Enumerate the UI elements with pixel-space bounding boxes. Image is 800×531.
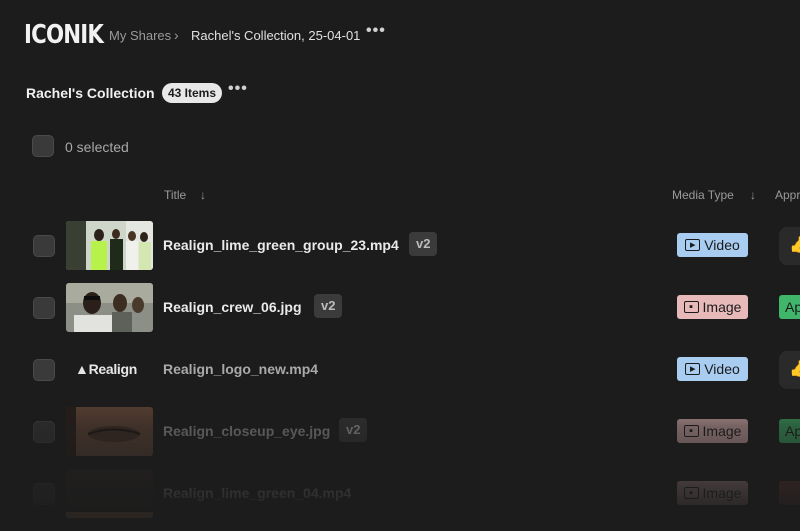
sort-arrow-icon[interactable]: ↓ — [750, 188, 756, 202]
image-icon: ▪ — [683, 425, 699, 437]
media-type-badge: ▪ Image — [677, 419, 748, 443]
thumbnail-image[interactable] — [66, 221, 153, 270]
file-name[interactable]: Realign_logo_new.mp4 — [163, 361, 318, 377]
version-badge[interactable]: v2 — [339, 418, 368, 442]
thumbnail-image[interactable] — [66, 283, 153, 332]
media-type-badge: ▸ Video — [677, 233, 748, 257]
version-badge[interactable]: v2 — [409, 232, 438, 256]
thumbnail-image[interactable] — [66, 469, 153, 518]
breadcrumb-my-shares[interactable]: My Shares — [109, 28, 171, 43]
media-type-label: Video — [704, 361, 740, 377]
table-row[interactable]: Realign_lime_green_group_23.mp4 v2 ▸ Vid… — [0, 221, 800, 283]
media-type-label: Image — [702, 423, 742, 439]
approval-status-badge[interactable] — [779, 481, 800, 505]
image-icon: ▪ — [683, 301, 699, 313]
logo-text: Realign — [88, 361, 138, 377]
play-icon: ▸ — [685, 239, 701, 251]
file-name[interactable]: Realign_lime_green_04.mp4 — [163, 485, 351, 501]
chevron-right-icon: › — [174, 27, 179, 43]
breadcrumb-current: Rachel's Collection, 25-04-01 — [191, 28, 361, 43]
file-name[interactable]: Realign_lime_green_group_23.mp4 — [163, 237, 399, 253]
thumbnail-image[interactable] — [66, 407, 153, 456]
thumbs-up-icon[interactable]: 👍 — [779, 227, 800, 265]
table-row[interactable]: Realign_crew_06.jpg v2 ▪ Image Ap — [0, 283, 800, 345]
iconik-logo[interactable]: ICONIK — [24, 20, 104, 50]
select-all-checkbox[interactable] — [32, 135, 54, 157]
approval-status-badge[interactable]: Ap — [779, 419, 800, 443]
column-header-media-type[interactable]: Media Type — [672, 188, 734, 202]
image-icon: ▪ — [683, 487, 699, 499]
file-name[interactable]: Realign_closeup_eye.jpg — [163, 423, 330, 439]
column-header-approval[interactable]: Appr — [775, 188, 800, 202]
selection-count: 0 selected — [65, 139, 129, 155]
item-count-badge: 43 Items — [162, 83, 223, 103]
row-checkbox[interactable] — [33, 483, 55, 505]
media-type-label: Video — [704, 237, 740, 253]
media-type-badge: ▸ Video — [677, 357, 748, 381]
media-type-label: Image — [702, 485, 742, 501]
collection-title: Rachel's Collection — [26, 85, 155, 101]
row-checkbox[interactable] — [33, 359, 55, 381]
media-type-label: Image — [702, 299, 742, 315]
breadcrumb-more-icon[interactable]: ••• — [366, 22, 386, 40]
file-name[interactable]: Realign_crew_06.jpg — [163, 299, 302, 315]
realign-logo-icon: ▲ — [75, 361, 89, 377]
thumbnail-logo[interactable]: ▲Realign — [66, 345, 153, 394]
media-type-badge: ▪ Image — [677, 481, 748, 505]
media-type-badge: ▪ Image — [677, 295, 748, 319]
row-checkbox[interactable] — [33, 235, 55, 257]
table-row[interactable]: ▲Realign Realign_logo_new.mp4 ▸ Video 👍 — [0, 345, 800, 407]
collection-more-icon[interactable]: ••• — [228, 80, 248, 98]
thumbs-up-icon[interactable]: 👍 — [779, 351, 800, 389]
row-checkbox[interactable] — [33, 297, 55, 319]
approval-status-badge[interactable]: Ap — [779, 295, 800, 319]
table-row[interactable]: Realign_lime_green_04.mp4 ▪ Image — [0, 469, 800, 531]
sort-arrow-icon[interactable]: ↓ — [200, 188, 206, 202]
play-icon: ▸ — [685, 363, 701, 375]
row-checkbox[interactable] — [33, 421, 55, 443]
version-badge[interactable]: v2 — [314, 294, 343, 318]
table-row[interactable]: Realign_closeup_eye.jpg v2 ▪ Image Ap — [0, 407, 800, 469]
column-header-title[interactable]: Title — [164, 188, 186, 202]
